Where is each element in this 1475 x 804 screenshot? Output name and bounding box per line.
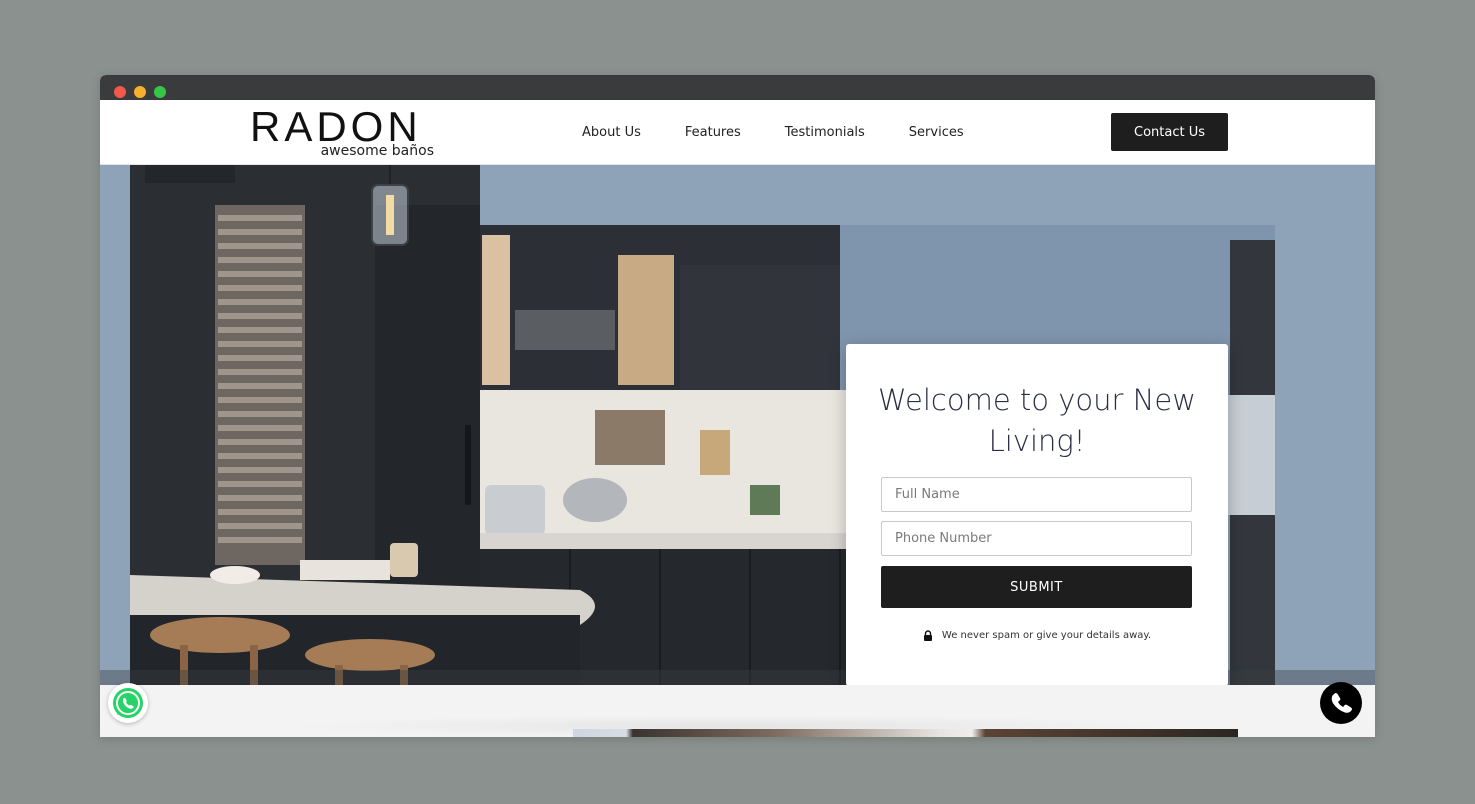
minimize-window-dot[interactable] [134, 86, 146, 98]
submit-button[interactable]: SUBMIT [881, 566, 1192, 608]
call-button[interactable] [1320, 682, 1362, 724]
phone-icon [1331, 693, 1352, 713]
lock-icon [923, 630, 933, 641]
brand-logo[interactable]: RADON awesome baños [250, 105, 440, 161]
browser-window: RADON awesome baños About Us Features Te… [100, 75, 1375, 737]
whatsapp-button[interactable] [108, 683, 148, 723]
lead-form-card: Welcome to your New Living! SUBMIT We ne… [846, 344, 1228, 685]
main-nav: About Us Features Testimonials Services [582, 100, 1008, 165]
next-section-preview [100, 685, 1375, 737]
close-window-dot[interactable] [114, 86, 126, 98]
privacy-note: We never spam or give your details away. [846, 630, 1228, 641]
full-name-input[interactable] [881, 477, 1192, 512]
hero-section: Welcome to your New Living! SUBMIT We ne… [100, 165, 1375, 685]
contact-us-button[interactable]: Contact Us [1111, 113, 1228, 151]
nav-link-services[interactable]: Services [909, 125, 964, 140]
gallery-image-strip [573, 729, 1238, 737]
nav-link-features[interactable]: Features [685, 125, 741, 140]
brand-tagline: awesome baños [320, 143, 434, 159]
nav-link-about[interactable]: About Us [582, 125, 641, 140]
phone-number-input[interactable] [881, 521, 1192, 556]
form-title: Welcome to your New Living! [878, 383, 1196, 458]
whatsapp-icon [113, 688, 143, 718]
site-header: RADON awesome baños About Us Features Te… [100, 100, 1375, 165]
maximize-window-dot[interactable] [154, 86, 166, 98]
privacy-note-text: We never spam or give your details away. [941, 630, 1152, 641]
window-titlebar [100, 75, 1375, 100]
nav-link-testimonials[interactable]: Testimonials [785, 125, 865, 140]
